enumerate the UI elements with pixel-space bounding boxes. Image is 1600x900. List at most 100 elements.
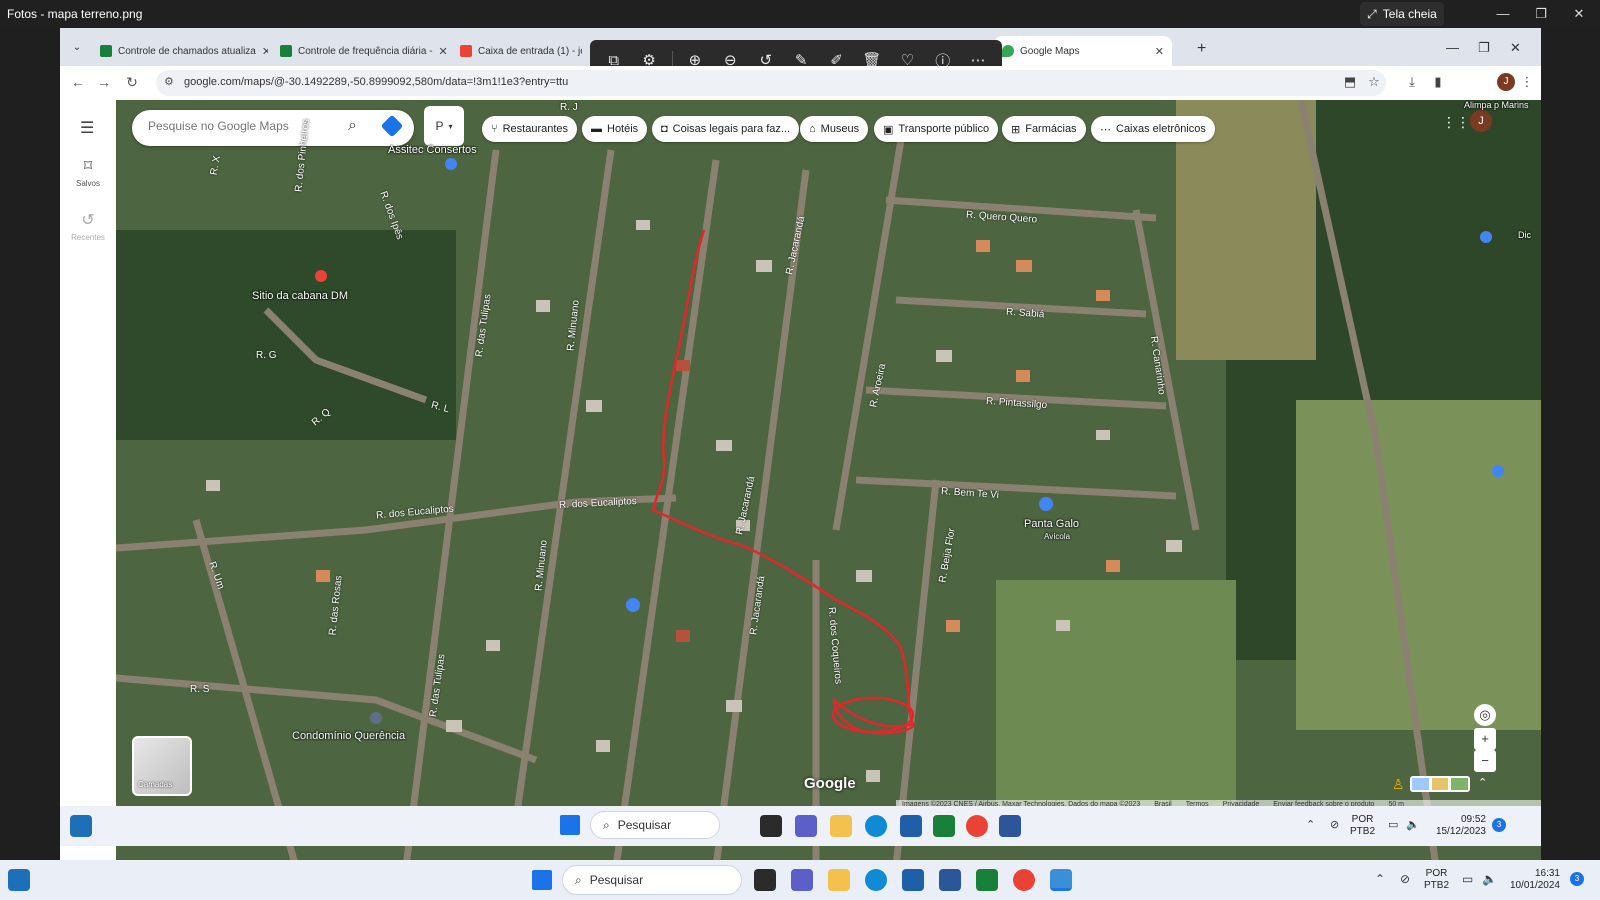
chevron-up-icon[interactable]: ⌃ <box>1478 776 1487 789</box>
photos-icon[interactable] <box>1050 869 1072 891</box>
teams-icon[interactable] <box>791 869 813 891</box>
address-bar[interactable]: ⚙ google.com/maps/@-30.1492289,-50.89990… <box>156 70 1386 96</box>
tab-chamados[interactable]: Controle de chamados atualiza ✕ <box>92 36 268 66</box>
browser-restore-icon[interactable]: ❐ <box>1478 40 1490 56</box>
language-indicator: POR PTB2 <box>1350 814 1375 838</box>
store-icon[interactable] <box>902 869 924 891</box>
maps-profile-avatar[interactable]: J <box>1470 110 1492 132</box>
search-icon: ⌕ <box>603 817 610 832</box>
satellite-map[interactable]: ⌕ P ▾ ⑂ Restaurantes ▬ Hotéis ◘ Coisas lega… <box>116 100 1541 867</box>
bookmark-star-icon[interactable]: ☆ <box>1365 74 1383 90</box>
zoom-in-button[interactable]: + <box>1474 728 1496 750</box>
place-label[interactable]: Sitio da cabana DM <box>252 290 348 302</box>
imagery-thumb[interactable] <box>1431 778 1449 790</box>
tab-search-icon[interactable]: ⌄ <box>68 42 86 60</box>
language-indicator[interactable]: POR PTB2 <box>1424 868 1449 892</box>
tray-chevron-icon[interactable]: ⌃ <box>1375 872 1385 886</box>
place-label[interactable]: Condomínio Querência <box>292 730 405 742</box>
chip-label: Coisas legais para faz... <box>672 123 791 135</box>
close-tab-icon[interactable]: ✕ <box>439 45 448 58</box>
tab-gmail[interactable]: Caixa de entrada (1) - jose <box>452 36 582 66</box>
chip-transit[interactable]: ▣ Transporte público <box>874 116 999 142</box>
browser-minimize-icon[interactable]: — <box>1446 40 1459 55</box>
chip-label: Farmácias <box>1025 123 1077 135</box>
chip-hotels[interactable]: ▬ Hotéis <box>582 116 648 142</box>
profile-avatar[interactable]: J <box>1497 73 1515 91</box>
sidebar-label: Salvos <box>75 179 100 188</box>
tab-google-maps[interactable]: Google Maps ✕ <box>994 36 1172 66</box>
browser-toolbar: ← → ↻ ⚙ google.com/maps/@-30.1492289,-50… <box>60 66 1541 100</box>
place-label[interactable]: Dic <box>1518 230 1531 240</box>
chevron-down-icon: ▾ <box>448 121 453 131</box>
network-icon[interactable]: ⊘ <box>1400 872 1410 886</box>
windows-start-icon[interactable] <box>532 870 552 890</box>
my-location-button[interactable]: ◎ <box>1474 704 1496 726</box>
search-icon[interactable]: ⌕ <box>348 117 357 135</box>
clock-date: 10/01/2024 <box>1509 880 1560 891</box>
new-tab-icon[interactable]: + <box>1197 40 1206 58</box>
menu-kebab-icon[interactable]: ⋮ <box>1518 74 1536 90</box>
browser-close-icon[interactable]: ✕ <box>1510 40 1521 56</box>
place-label[interactable]: Panta Galo <box>1024 518 1079 530</box>
map-pin <box>1480 231 1492 243</box>
sidebar-item-saved[interactable]: ⌑ Salvos <box>60 156 116 188</box>
close-tab-icon[interactable]: ✕ <box>262 45 268 58</box>
download-icon[interactable]: ⤓ <box>1403 74 1421 90</box>
hamburger-menu-icon[interactable]: ☰ <box>80 118 94 138</box>
close-button[interactable]: ✕ <box>1568 4 1590 24</box>
volume-icon[interactable]: 🔈 <box>1482 872 1497 886</box>
fullscreen-button[interactable]: ⤢ Tela cheia <box>1360 2 1444 26</box>
task-view-icon <box>760 815 782 837</box>
chip-restaurants[interactable]: ⑂ Restaurantes <box>482 116 578 142</box>
excel-icon[interactable] <box>976 869 998 891</box>
chip-museums[interactable]: ⌂ Museus <box>800 116 869 142</box>
clock[interactable]: 16:31 10/01/2024 <box>1500 868 1560 892</box>
sidebar-label: Recentes <box>71 233 105 242</box>
word-icon[interactable] <box>939 869 961 891</box>
display-icon[interactable]: ▭ <box>1462 872 1473 886</box>
close-tab-icon[interactable]: ✕ <box>1155 45 1164 58</box>
chip-things-to-do[interactable]: ◘ Coisas legais para faz... <box>652 116 800 142</box>
back-icon[interactable]: ← <box>68 74 88 90</box>
zoom-out-button[interactable]: − <box>1474 750 1496 772</box>
imagery-thumb[interactable] <box>1451 778 1469 790</box>
map-pin <box>445 158 457 170</box>
lang-layout-text: PTB2 <box>1424 880 1450 891</box>
chip-label: Restaurantes <box>502 123 569 135</box>
tab-frequencia[interactable]: Controle de frequência diária - ✕ <box>272 36 448 66</box>
file-explorer-icon[interactable] <box>828 869 850 891</box>
url-text: google.com/maps/@-30.1492289,-50.8999092… <box>184 76 569 88</box>
clock: 09:52 15/12/2023 <box>1426 814 1486 838</box>
maps-sidebar: ☰ ⌑ Salvos ↺ Recentes <box>60 100 116 867</box>
chip-pharmacies[interactable]: ⊞ Farmácias <box>1002 116 1086 142</box>
pegman-icon[interactable]: ♙ <box>1392 776 1405 793</box>
edge-icon <box>865 815 887 837</box>
travel-mode-chip[interactable]: P ▾ <box>424 106 464 146</box>
chrome-icon[interactable] <box>1013 869 1035 891</box>
layers-label: Camadas <box>138 780 173 789</box>
directions-icon[interactable] <box>380 114 404 138</box>
imagery-thumbnails[interactable] <box>1410 776 1470 792</box>
chip-atms[interactable]: ⋯ Caixas eletrônicos <box>1091 116 1215 142</box>
place-label[interactable]: Assitec Consertos <box>388 144 477 156</box>
layers-toggle[interactable]: Camadas <box>132 736 192 796</box>
sidebar-item-recent[interactable]: ↺ Recentes <box>60 210 116 242</box>
notification-badge[interactable]: 3 <box>1570 872 1584 886</box>
install-app-icon[interactable]: ⬒ <box>1341 74 1359 90</box>
site-info-icon[interactable]: ⚙ <box>164 75 174 88</box>
taskbar-search-bar[interactable]: ⌕ Pesquisar <box>562 865 742 895</box>
task-view-icon[interactable] <box>754 869 776 891</box>
restore-button[interactable]: ❐ <box>1530 4 1552 24</box>
apps-grid-icon[interactable]: ⋮⋮ <box>1442 114 1470 131</box>
widgets-icon[interactable] <box>8 869 30 891</box>
chip-label: Hotéis <box>607 123 639 135</box>
side-panel-icon[interactable]: ▮ <box>1429 74 1447 90</box>
reload-icon[interactable]: ↻ <box>122 74 142 91</box>
imagery-thumb[interactable] <box>1412 778 1429 790</box>
minimize-button[interactable]: — <box>1492 4 1514 24</box>
forward-icon[interactable]: → <box>94 74 114 90</box>
transit-icon: ▣ <box>883 123 894 136</box>
windows-taskbar: ⌕ Pesquisar ⌃ ⊘ POR PTB2 ▭ 🔈 16:31 10/01… <box>0 860 1600 900</box>
edge-icon[interactable] <box>865 869 887 891</box>
place-label[interactable]: Alimpa p Marins <box>1464 100 1529 110</box>
